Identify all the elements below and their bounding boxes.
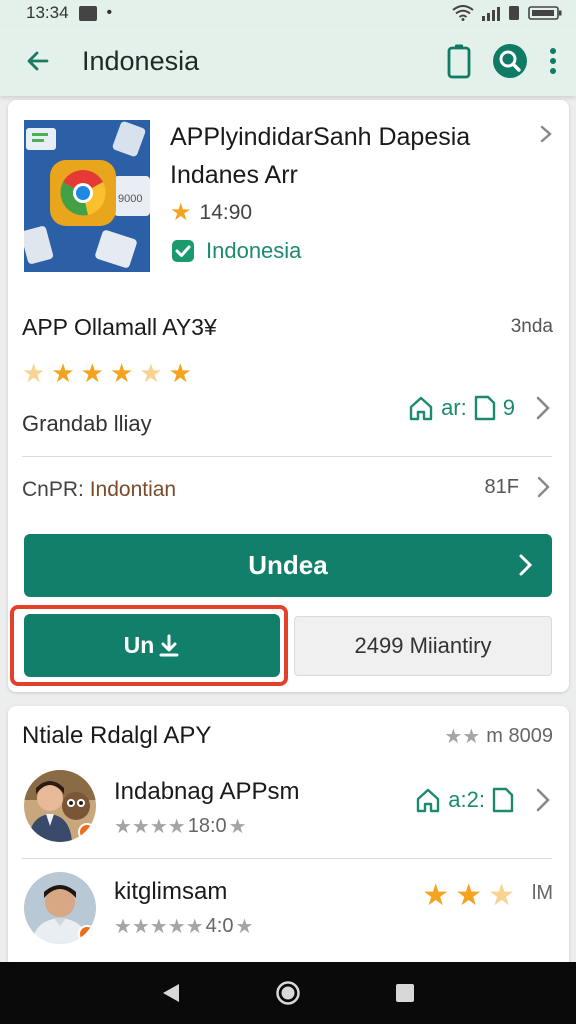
chevron-right-icon	[536, 788, 550, 812]
chevron-right-icon	[536, 396, 550, 420]
related-item-right-label: lM	[531, 882, 553, 904]
wifi-icon	[452, 5, 474, 21]
sim-icon	[474, 395, 495, 421]
star-icon: ★	[139, 358, 163, 388]
battery-icon	[528, 6, 562, 20]
status-time: 13:34	[26, 3, 69, 22]
app-details-card: 9000 APPlyindidarSanh Dapesia Indanes Ar…	[8, 100, 569, 692]
related-right: ★★ m 8009	[444, 725, 553, 748]
search-icon[interactable]	[492, 43, 528, 79]
avatar[interactable]	[24, 872, 96, 944]
play-badge-icon	[78, 925, 96, 943]
star-icon: ★	[228, 816, 247, 838]
page-title: Indonesia	[82, 45, 200, 76]
section-title: APP Ollamall AY3¥	[22, 314, 217, 340]
star-icon: ★★	[444, 726, 481, 748]
related-item-big-stars: ★ ★ ★	[422, 880, 515, 912]
divider	[22, 456, 552, 457]
home-nav-icon[interactable]	[275, 980, 301, 1006]
sim-icon	[492, 787, 514, 813]
star-icon: ★★★★	[114, 816, 186, 838]
star-icon: ★	[235, 916, 254, 938]
phone-icon[interactable]	[446, 43, 472, 79]
related-item-name[interactable]: Indabnag APPsm	[114, 778, 299, 806]
install-button[interactable]: Un	[24, 614, 280, 677]
star-icon: ★	[488, 879, 515, 912]
cnpr-row-action[interactable]: 81F	[485, 474, 553, 500]
grand-label: Grandab lliay	[22, 411, 152, 436]
divider	[22, 858, 552, 859]
section-rating-stars: ★ ★ ★ ★ ★ ★	[22, 358, 192, 388]
recents-nav-icon[interactable]	[395, 983, 415, 1003]
star-icon: ★	[170, 199, 192, 226]
star-icon: ★	[422, 879, 450, 912]
home-icon	[417, 788, 440, 813]
star-icon: ★	[455, 879, 483, 912]
status-bar: 13:34 •	[0, 0, 576, 26]
star-icon: ★	[80, 358, 104, 388]
home-icon	[409, 396, 433, 421]
main-action-button[interactable]: Undea	[24, 534, 552, 597]
more-notifications-icon: •	[106, 4, 113, 21]
cnpr-label: CnPR: Indontian	[22, 478, 177, 501]
chevron-right-icon	[519, 554, 533, 576]
star-icon: ★	[109, 358, 134, 388]
back-nav-icon[interactable]	[161, 982, 181, 1004]
star-icon: ★	[168, 358, 192, 388]
download-icon	[159, 634, 179, 656]
signal-icon	[482, 5, 500, 21]
more-vert-icon[interactable]	[548, 47, 558, 75]
avatar[interactable]	[24, 770, 96, 842]
app-icon[interactable]: 9000	[24, 120, 150, 272]
app-name: APPlyindidarSanh Dapesia Indanes Arr	[170, 123, 471, 189]
related-item-action[interactable]: a:2:	[414, 786, 553, 814]
related-item-rating: ★★★★★ 4:0 ★	[114, 915, 254, 938]
related-item-name[interactable]: kitglimsam	[114, 878, 227, 906]
related-title: Ntiale Rdalgl APY	[22, 722, 212, 749]
back-button[interactable]	[18, 41, 58, 81]
grand-row-action[interactable]: ar: 9	[407, 394, 553, 422]
chevron-right-icon	[537, 476, 550, 498]
star-icon: ★	[22, 358, 46, 388]
back-arrow-icon	[27, 51, 49, 71]
header-chevron-icon[interactable]	[539, 124, 553, 144]
related-item-rating: ★★★★ 18:0 ★	[114, 815, 247, 838]
svg-text:9000: 9000	[118, 193, 142, 205]
system-nav-bar	[0, 962, 576, 1024]
star-icon: ★★★★★	[114, 916, 204, 938]
section-right-text: 3nda	[510, 316, 553, 337]
play-badge-icon	[78, 823, 96, 841]
app-rating: ★ 14:90	[170, 199, 253, 226]
app-bar: Indonesia	[0, 26, 576, 96]
secondary-button[interactable]: 2499 Miiantiry	[294, 616, 552, 676]
sim-status-icon	[509, 6, 519, 20]
star-icon: ★	[51, 358, 75, 388]
app-country: Indonesia	[170, 238, 301, 264]
verified-icon	[172, 240, 194, 262]
related-apps-card: Ntiale Rdalgl APY ★★ m 8009 Indabnag APP…	[8, 706, 569, 968]
notification-icon	[78, 5, 97, 21]
